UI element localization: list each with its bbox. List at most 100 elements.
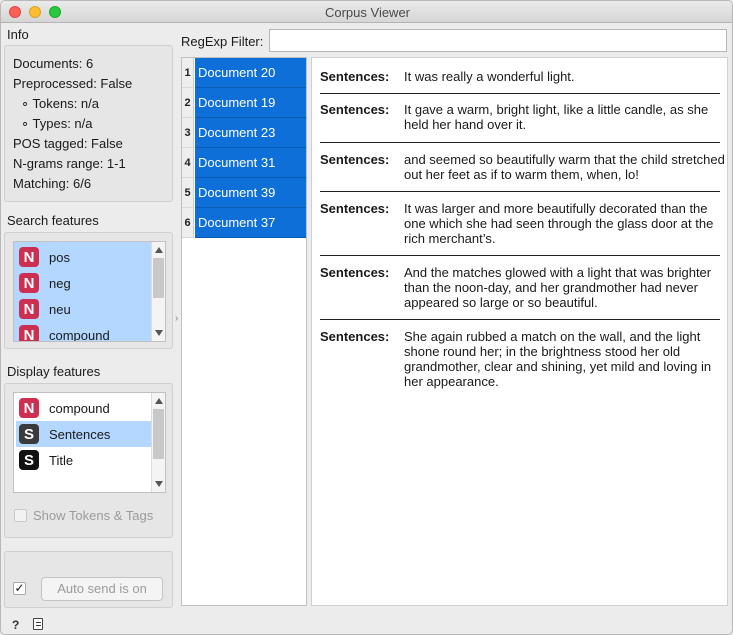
window-title: Corpus Viewer <box>324 5 411 20</box>
row-number: 4 <box>182 148 194 178</box>
field-label: Sentences: <box>320 69 390 84</box>
search-features-list[interactable]: N pos N neg N neu N compound <box>13 241 166 342</box>
feature-label: compound <box>49 400 110 416</box>
display-features-scrollbar[interactable] <box>151 393 165 492</box>
search-features-heading: Search features <box>7 213 99 228</box>
document-title[interactable]: Document 37 <box>195 208 306 238</box>
auto-send-checkbox[interactable]: ✓ <box>13 582 26 595</box>
search-feature-item[interactable]: N neg <box>16 270 151 296</box>
info-box: Documents: 6 Preprocessed: False ∘ Token… <box>4 45 173 202</box>
regexp-filter-input[interactable] <box>269 29 727 52</box>
document-title[interactable]: Document 23 <box>195 118 306 148</box>
scroll-down-arrow-icon[interactable] <box>155 330 163 336</box>
show-tokens-checkbox[interactable] <box>14 509 27 522</box>
field-label: Sentences: <box>320 201 390 216</box>
numeric-feature-icon: N <box>19 247 39 267</box>
title-bar: Corpus Viewer <box>1 1 732 23</box>
splitter-chevron-icon[interactable]: › <box>175 313 178 324</box>
field-label: Sentences: <box>320 329 390 344</box>
info-types: ∘ Types: n/a <box>21 116 93 131</box>
info-documents: Documents: 6 <box>13 56 94 71</box>
display-feature-item[interactable]: S Sentences <box>16 421 151 447</box>
display-features-heading: Display features <box>7 364 101 379</box>
info-matching: Matching: 6/6 <box>13 176 92 191</box>
info-ngrams-range: N-grams range: 1-1 <box>13 156 126 171</box>
auto-send-button[interactable]: Auto send is on <box>41 577 163 601</box>
document-row[interactable]: 2 Document 19 <box>182 88 306 118</box>
feature-label: Title <box>49 452 74 468</box>
document-title[interactable]: Document 31 <box>195 148 306 178</box>
info-pos-tagged: POS tagged: False <box>13 136 123 151</box>
separator <box>320 191 720 192</box>
info-tokens: ∘ Tokens: n/a <box>21 96 99 111</box>
sentence-text: She again rubbed a match on the wall, an… <box>404 329 712 389</box>
row-number: 1 <box>182 58 194 88</box>
scroll-up-arrow-icon[interactable] <box>155 398 163 404</box>
info-heading: Info <box>7 27 29 42</box>
feature-label: neg <box>49 275 71 291</box>
row-number: 2 <box>182 88 194 118</box>
numeric-feature-icon: N <box>19 398 39 418</box>
field-label: Sentences: <box>320 152 390 167</box>
numeric-feature-icon: N <box>19 299 39 319</box>
info-preprocessed: Preprocessed: False <box>13 76 133 91</box>
feature-label: pos <box>49 249 70 265</box>
search-features-scrollbar[interactable] <box>151 242 165 341</box>
separator <box>320 255 720 256</box>
sentence-text: It was really a wonderful light. <box>404 69 575 84</box>
search-feature-item[interactable]: N pos <box>16 244 151 270</box>
sentence-text: It gave a warm, bright light, like a lit… <box>404 102 709 132</box>
numeric-feature-icon: N <box>19 325 39 341</box>
field-label: Sentences: <box>320 102 390 117</box>
auto-send-box: ✓ Auto send is on <box>4 551 173 608</box>
document-row[interactable]: 4 Document 31 <box>182 148 306 178</box>
string-feature-icon: S <box>19 450 39 470</box>
display-feature-item[interactable]: S Title <box>16 447 151 473</box>
feature-label: Sentences <box>49 426 111 442</box>
document-row[interactable]: 5 Document 39 <box>182 178 306 208</box>
sentence-text: It was larger and more beautifully decor… <box>404 201 714 246</box>
document-content-view[interactable]: Sentences: It was really a wonderful lig… <box>311 57 728 606</box>
separator <box>320 93 720 94</box>
field-label: Sentences: <box>320 265 390 280</box>
show-tokens-label: Show Tokens & Tags <box>33 508 154 523</box>
sentence-entry: Sentences: It was really a wonderful lig… <box>320 69 720 89</box>
display-features-list[interactable]: N compound S Sentences S Title <box>13 392 166 493</box>
row-number: 3 <box>182 118 194 148</box>
separator <box>320 142 720 143</box>
document-title[interactable]: Document 20 <box>195 58 306 88</box>
document-row[interactable]: 6 Document 37 <box>182 208 306 238</box>
feature-label: compound <box>49 327 110 342</box>
search-feature-item[interactable]: N neu <box>16 296 151 322</box>
scrollbar-thumb[interactable] <box>153 258 164 298</box>
document-row[interactable]: 1 Document 20 <box>182 58 306 88</box>
document-title[interactable]: Document 19 <box>195 88 306 118</box>
sentence-text: And the matches glowed with a light that… <box>404 265 712 310</box>
row-number: 6 <box>182 208 194 238</box>
scroll-down-arrow-icon[interactable] <box>155 481 163 487</box>
scroll-up-arrow-icon[interactable] <box>155 247 163 253</box>
document-title[interactable]: Document 39 <box>195 178 306 208</box>
document-list[interactable]: 1 Document 20 2 Document 19 3 Document 2… <box>181 57 307 606</box>
search-features-box: N pos N neg N neu N compound <box>4 232 173 349</box>
sentence-entry: Sentences: and seemed so beautifully war… <box>320 152 725 184</box>
separator <box>320 319 720 320</box>
scrollbar-thumb[interactable] <box>153 409 164 459</box>
sentence-entry: Sentences: She again rubbed a match on t… <box>320 329 720 391</box>
sentence-entry: Sentences: It gave a warm, bright light,… <box>320 102 720 134</box>
display-feature-item[interactable]: N compound <box>16 395 151 421</box>
document-row[interactable]: 3 Document 23 <box>182 118 306 148</box>
regexp-filter-label: RegExp Filter: <box>181 34 264 49</box>
sentence-entry: Sentences: It was larger and more beauti… <box>320 201 720 248</box>
row-number: 5 <box>182 178 194 208</box>
help-icon[interactable]: ? <box>12 618 19 632</box>
report-icon[interactable] <box>33 618 43 630</box>
display-features-box: N compound S Sentences S Title Show Toke… <box>4 383 173 538</box>
feature-label: neu <box>49 301 71 317</box>
corpus-viewer-window: Corpus Viewer Info Documents: 6 Preproce… <box>0 0 733 635</box>
search-feature-item[interactable]: N compound <box>16 322 151 342</box>
numeric-feature-icon: N <box>19 273 39 293</box>
sentence-entry: Sentences: And the matches glowed with a… <box>320 265 720 312</box>
sentence-text: and seemed so beautifully warm that the … <box>404 152 725 182</box>
string-feature-icon: S <box>19 424 39 444</box>
